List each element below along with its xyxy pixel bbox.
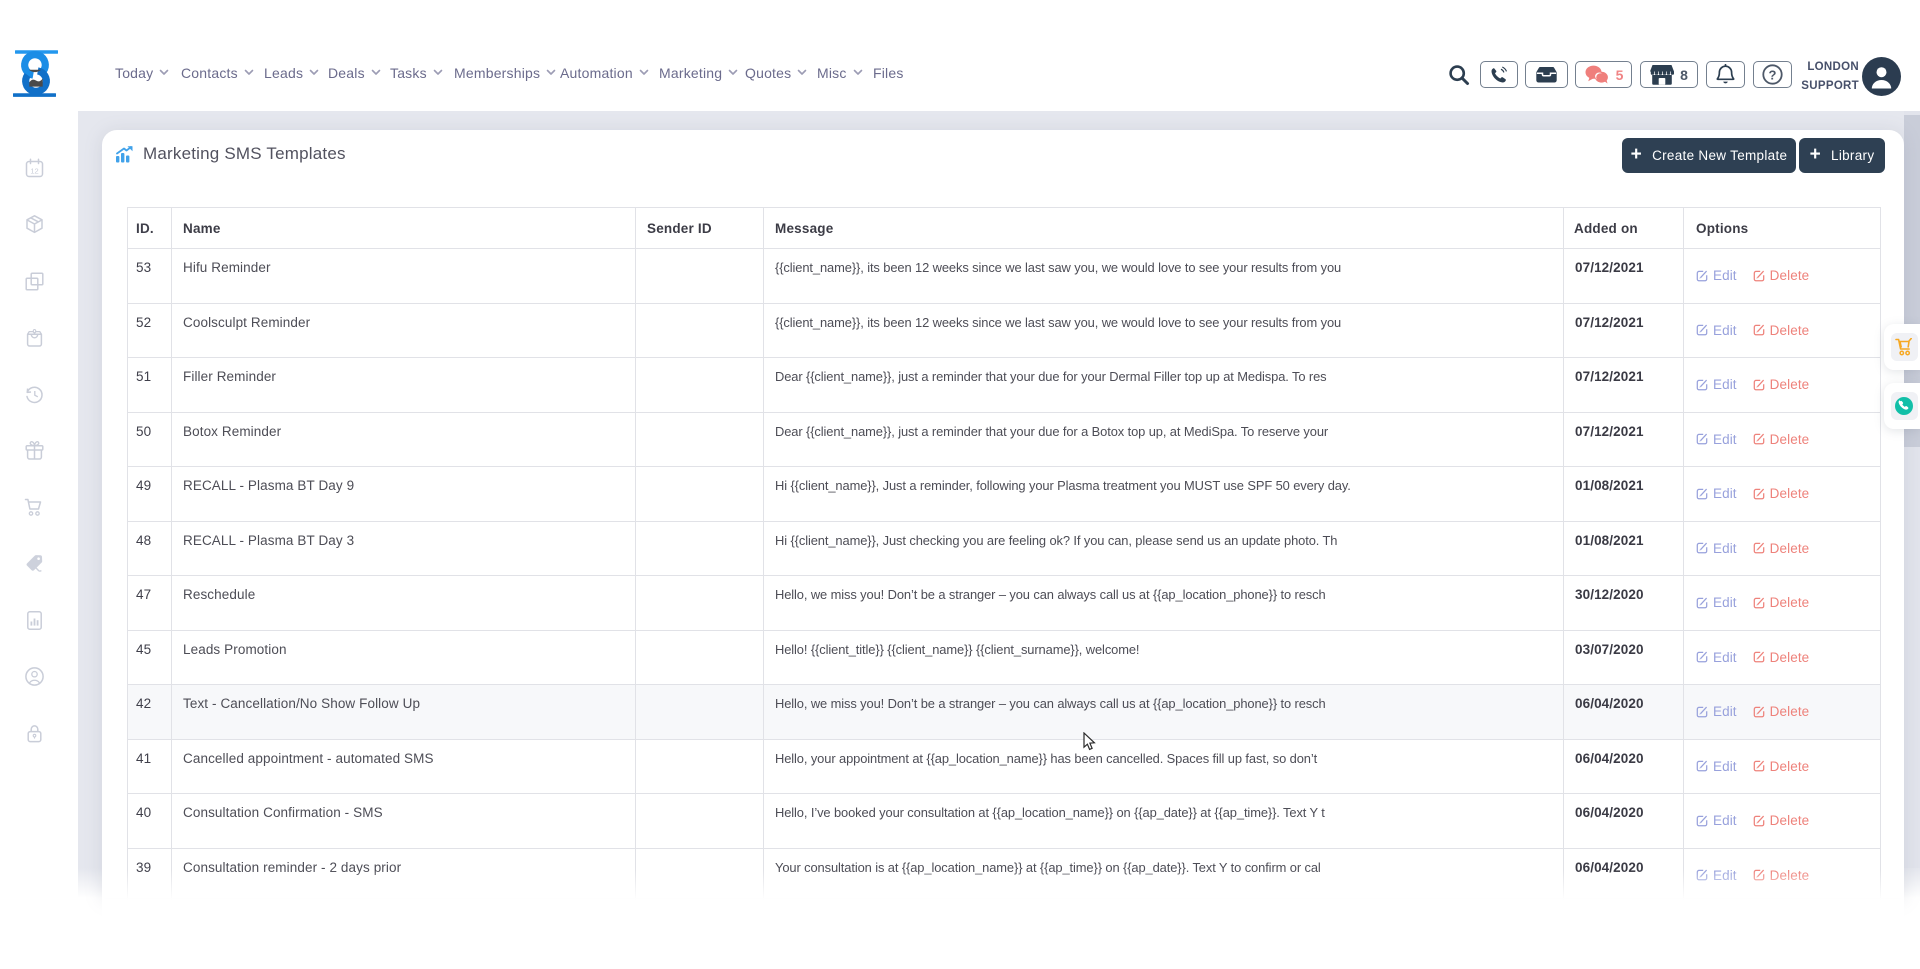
svg-text:?: ? (1769, 67, 1777, 82)
svg-text:12: 12 (30, 166, 38, 175)
